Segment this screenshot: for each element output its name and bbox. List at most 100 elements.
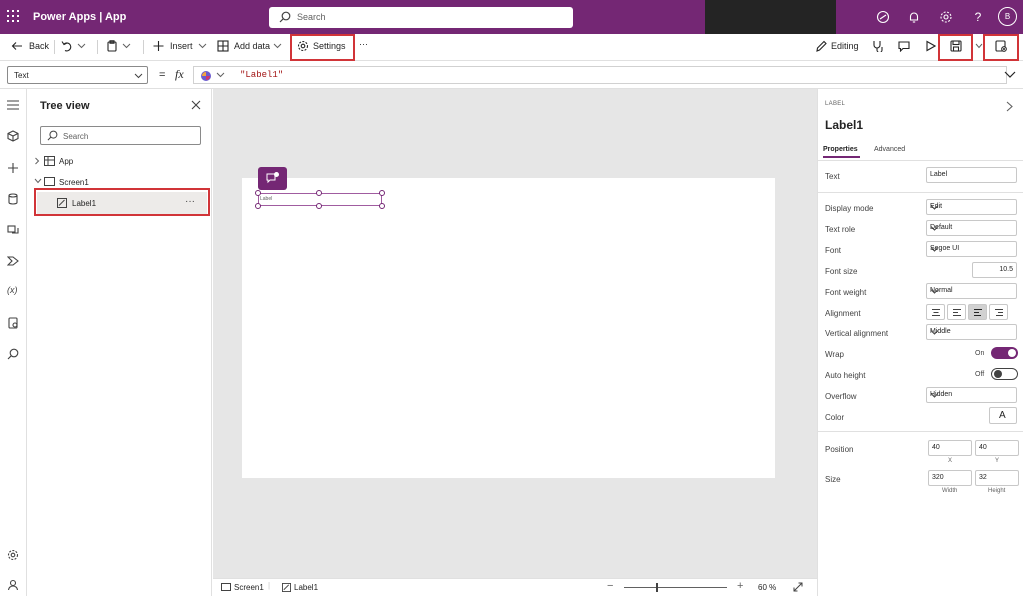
media-icon[interactable] <box>7 224 19 236</box>
back-arrow-icon <box>11 40 23 52</box>
fx-icon[interactable]: fx <box>175 67 184 82</box>
tab-properties[interactable]: Properties <box>823 146 858 153</box>
chevron-down-icon[interactable] <box>216 71 225 79</box>
control-kind: LABEL <box>825 101 846 107</box>
prop-position-label: Position <box>825 445 854 454</box>
prop-font-weight-dropdown[interactable]: Normal <box>926 283 1017 299</box>
align-center-button[interactable] <box>926 304 945 320</box>
paste-icon[interactable] <box>106 40 118 52</box>
prop-alignment-label: Alignment <box>825 309 861 318</box>
notification-bell-icon[interactable] <box>907 10 921 24</box>
wrap-toggle[interactable] <box>991 347 1018 359</box>
settings-gear-icon[interactable] <box>7 549 19 561</box>
resize-handle[interactable] <box>255 190 261 196</box>
waffle-icon[interactable] <box>7 10 19 22</box>
chevron-down-icon[interactable] <box>122 40 131 52</box>
width-caption: Width <box>942 488 958 494</box>
prop-position-x-input[interactable]: 40 <box>928 440 972 456</box>
prop-font-size-input[interactable]: 10.5 <box>972 262 1017 278</box>
zoom-slider[interactable] <box>624 587 727 588</box>
app-checker-icon[interactable] <box>872 40 884 52</box>
more-commands-button[interactable]: ··· <box>359 39 368 49</box>
pencil-icon <box>816 40 827 52</box>
align-justify-button[interactable] <box>947 304 966 320</box>
chevron-down-icon <box>134 72 143 80</box>
autoheight-toggle[interactable] <box>991 368 1018 380</box>
chevron-down-icon[interactable] <box>34 178 42 184</box>
prop-overflow-dropdown[interactable]: Hidden <box>926 387 1017 403</box>
property-dropdown[interactable]: Text <box>7 66 148 84</box>
power-automate-icon[interactable] <box>7 255 19 267</box>
prop-width-input[interactable]: 320 <box>928 470 972 486</box>
tree-search-input[interactable]: Search <box>40 126 201 145</box>
zoom-in-button[interactable]: + <box>737 580 743 592</box>
resize-handle[interactable] <box>316 203 322 209</box>
close-icon[interactable] <box>191 100 201 110</box>
variables-icon[interactable]: (x) <box>7 285 18 295</box>
zoom-out-button[interactable]: − <box>607 580 613 592</box>
tree-item-app[interactable]: App <box>59 157 73 166</box>
insert-button[interactable]: Insert <box>170 41 193 51</box>
tree-view-icon[interactable] <box>7 130 19 142</box>
prop-height-input[interactable]: 32 <box>975 470 1019 486</box>
publish-icon[interactable] <box>995 40 1007 52</box>
resize-handle[interactable] <box>316 190 322 196</box>
search-icon[interactable] <box>7 348 19 360</box>
comment-icon[interactable] <box>898 40 910 52</box>
label1-control-text: Label <box>260 196 273 202</box>
search-icon <box>47 130 58 141</box>
chevron-down-icon[interactable] <box>975 40 983 52</box>
prop-valign-dropdown[interactable]: Middle <box>926 324 1017 340</box>
prop-color-picker[interactable]: A <box>989 407 1017 424</box>
control-name[interactable]: Label1 <box>825 118 863 132</box>
resize-handle[interactable] <box>255 203 261 209</box>
tree-item-screen1[interactable]: Screen1 <box>59 178 89 187</box>
copilot-control-badge[interactable] <box>258 167 287 190</box>
chevron-down-icon[interactable] <box>273 40 282 52</box>
undo-icon[interactable] <box>61 40 73 52</box>
search-placeholder: Search <box>297 12 326 22</box>
advanced-tools-icon[interactable] <box>7 317 19 329</box>
align-right-button[interactable] <box>989 304 1008 320</box>
settings-button[interactable]: Settings <box>313 41 346 51</box>
back-button[interactable]: Back <box>29 41 49 51</box>
app-title: Power Apps | App <box>33 11 127 23</box>
resize-handle[interactable] <box>379 203 385 209</box>
chevron-down-icon <box>930 204 1013 211</box>
save-icon[interactable] <box>950 40 962 52</box>
prop-display-mode-label: Display mode <box>825 204 874 213</box>
expand-formula-chevron-icon[interactable] <box>1004 70 1016 79</box>
zoom-slider-thumb[interactable] <box>656 583 658 592</box>
prop-font-dropdown[interactable]: Segoe UI <box>926 241 1017 257</box>
virtual-agent-icon[interactable] <box>7 579 19 591</box>
gear-icon[interactable] <box>939 10 953 24</box>
chevron-down-icon[interactable] <box>198 40 207 52</box>
avatar[interactable]: B <box>998 7 1017 26</box>
prop-display-mode-dropdown[interactable]: Edit <box>926 199 1017 215</box>
formula-input[interactable]: "Label1" <box>193 66 1007 84</box>
data-cylinder-icon[interactable] <box>7 193 19 205</box>
play-icon[interactable] <box>925 40 936 52</box>
align-right-icon <box>994 309 1004 316</box>
chevron-down-icon[interactable] <box>77 40 86 52</box>
status-screen-tab[interactable]: Screen1 <box>234 583 264 592</box>
resize-handle[interactable] <box>379 190 385 196</box>
fit-to-window-icon[interactable] <box>793 582 803 592</box>
editing-status[interactable]: Editing <box>831 41 859 51</box>
insert-plus-icon[interactable] <box>7 162 19 174</box>
tab-advanced[interactable]: Advanced <box>874 146 905 153</box>
environment-icon[interactable] <box>876 10 890 24</box>
help-icon[interactable]: ? <box>971 10 985 24</box>
prop-text-input[interactable]: Label <box>926 167 1017 183</box>
chevron-right-icon[interactable] <box>34 157 40 165</box>
hamburger-menu-icon[interactable] <box>7 100 19 110</box>
screen-canvas[interactable] <box>242 178 775 478</box>
prop-position-y-input[interactable]: 40 <box>975 440 1019 456</box>
add-data-button[interactable]: Add data <box>234 41 270 51</box>
prop-text-role-dropdown[interactable]: Default <box>926 220 1017 236</box>
chevron-right-icon[interactable] <box>1006 101 1013 112</box>
align-left-button[interactable] <box>968 304 987 320</box>
status-label-tab[interactable]: Label1 <box>294 583 318 592</box>
copilot-icon[interactable] <box>200 70 212 82</box>
global-search-input[interactable]: Search <box>269 7 573 28</box>
